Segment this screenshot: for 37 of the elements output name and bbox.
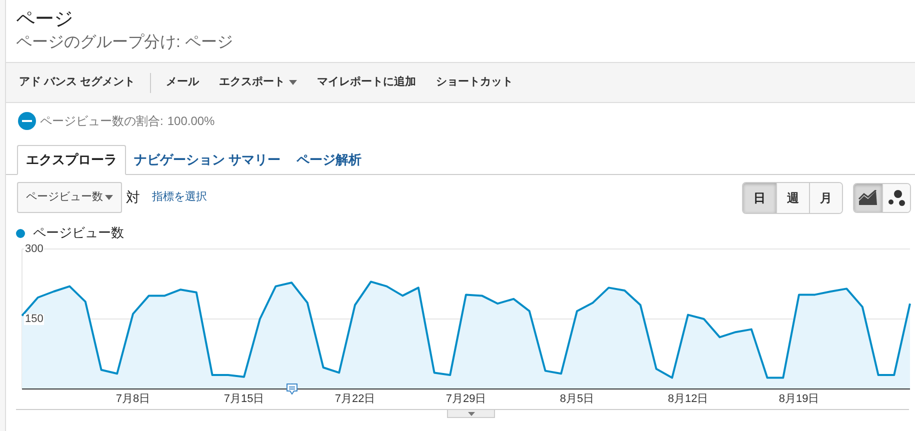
segment-label: ページビュー数の割合: [40, 113, 164, 130]
y-axis-label: 150 [24, 314, 44, 324]
segment-value: 100.00% [167, 113, 215, 130]
legend-label: ページビュー数 [33, 224, 124, 242]
x-axis-label: 8月12日 [668, 394, 708, 405]
period-button[interactable]: 日 [743, 182, 776, 212]
toolbar-button[interactable]: エクスポート [219, 74, 298, 91]
versus-label: 対 [126, 188, 140, 207]
x-axis-label: 7月15日 [224, 394, 264, 405]
page-subtitle: ページのグループ分け: ページ [16, 32, 234, 53]
x-axis-label: 7月22日 [334, 394, 376, 405]
toolbar-button[interactable]: メール [166, 74, 200, 91]
toolbar-button[interactable]: ショートカット [436, 74, 514, 91]
x-axis-label: 7月29日 [446, 394, 486, 405]
annotation-icon [286, 383, 298, 395]
line-chart-icon [858, 190, 878, 206]
page-title: ページ [16, 8, 74, 32]
tab[interactable]: ナビゲーション サマリー [126, 145, 289, 175]
tab[interactable]: ページ解析 [288, 145, 370, 175]
choose-metric-link[interactable]: 指標を選択 [152, 189, 207, 206]
minus-circle-icon [18, 112, 36, 130]
x-axis-label: 8月19日 [778, 394, 820, 405]
period-button[interactable]: 月 [809, 182, 842, 212]
period-button[interactable]: 週 [776, 182, 809, 212]
caret-icon [468, 412, 474, 416]
x-axis-label: 8月5日 [560, 394, 594, 405]
tab[interactable]: エクスプローラ [17, 145, 126, 175]
chart-type-button[interactable] [882, 184, 910, 212]
metric-select[interactable]: ページビュー数 [17, 182, 122, 213]
caret-icon [105, 195, 113, 200]
x-axis-label: 7月8日 [116, 394, 150, 405]
bubble-chart-icon [888, 188, 906, 206]
chart-type-button[interactable] [854, 184, 882, 212]
toolbar-button[interactable]: マイレポートに追加 [317, 74, 416, 91]
toolbar-button[interactable]: アド バンス セグメント [19, 74, 136, 91]
expand-handle[interactable] [447, 410, 495, 418]
y-axis-label: 300 [24, 244, 44, 254]
